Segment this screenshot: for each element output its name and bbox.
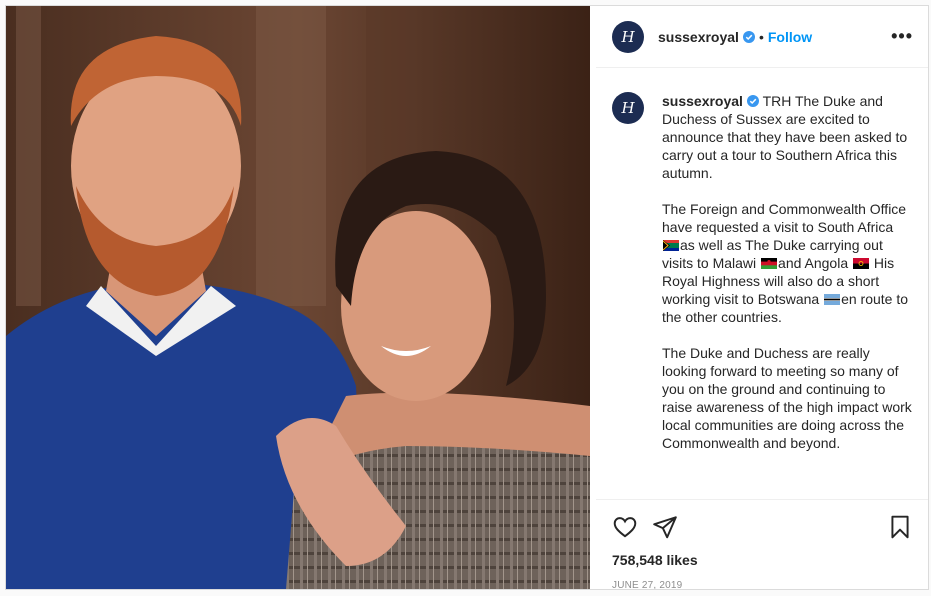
- caption-text: sussexroyal TRH The Duke and Duchess of …: [662, 92, 913, 499]
- caption-paragraph-1: sussexroyal TRH The Duke and Duchess of …: [662, 93, 908, 181]
- caption-paragraph-3: The Duke and Duchess are really looking …: [662, 345, 912, 451]
- heart-icon[interactable]: [612, 514, 638, 540]
- angola-flag-icon: [853, 258, 869, 269]
- caption-paragraph-2: The Foreign and Commonwealth Office have…: [662, 201, 909, 325]
- malawi-flag-icon: [761, 258, 778, 269]
- post-actions: 758,548 likes JUNE 27, 2019: [596, 499, 928, 589]
- south-africa-flag-icon: [663, 240, 679, 251]
- post-date[interactable]: JUNE 27, 2019: [612, 580, 913, 589]
- avatar[interactable]: H: [612, 20, 644, 53]
- post-photo[interactable]: [6, 6, 590, 589]
- separator-dot: •: [758, 28, 764, 45]
- botswana-flag-icon: [824, 294, 841, 305]
- action-icons: [612, 500, 913, 550]
- post-frame: H sussexroyal • Follow ••• H sussexroyal…: [5, 5, 929, 590]
- post-sidebar: H sussexroyal • Follow ••• H sussexroyal…: [596, 6, 928, 589]
- more-icon[interactable]: •••: [891, 26, 913, 47]
- bookmark-icon[interactable]: [887, 514, 913, 540]
- verified-badge-icon: [742, 30, 755, 43]
- username-link[interactable]: sussexroyal: [658, 29, 739, 45]
- caption-username-link[interactable]: sussexroyal: [662, 93, 743, 109]
- caption: H sussexroyal TRH The Duke and Duchess o…: [596, 68, 928, 499]
- verified-badge-icon: [746, 95, 759, 107]
- follow-button[interactable]: Follow: [768, 29, 812, 45]
- caption-avatar[interactable]: H: [612, 92, 644, 124]
- share-icon[interactable]: [652, 514, 678, 540]
- like-count[interactable]: 758,548 likes: [612, 552, 913, 568]
- post-header: H sussexroyal • Follow •••: [596, 6, 928, 68]
